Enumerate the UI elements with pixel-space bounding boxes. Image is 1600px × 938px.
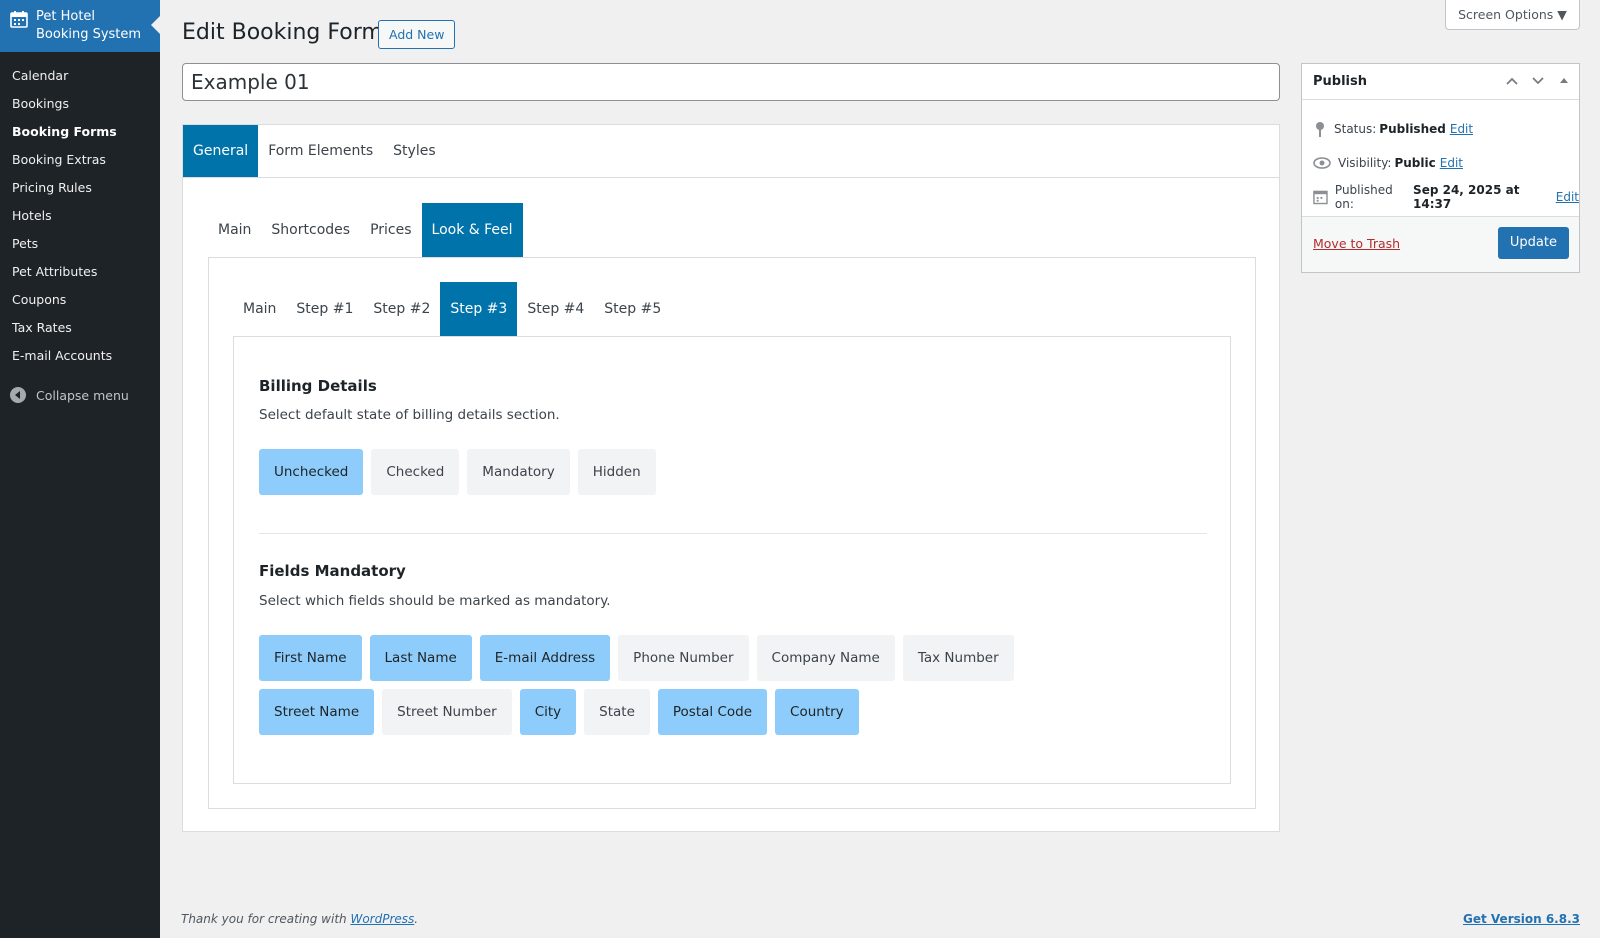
step-tab-step-5[interactable]: Step #5 <box>594 282 671 336</box>
mandatory-field-options: First Name Last Name E-mail Address Phone N… <box>259 635 1119 735</box>
sidebar-item-pets[interactable]: Pets <box>0 230 160 258</box>
eye-icon <box>1313 157 1331 169</box>
publish-actions: Move to Trash Update <box>1302 216 1579 272</box>
screen-options-button[interactable]: Screen Options ▼ <box>1445 0 1580 30</box>
status-row: Status: Published Edit <box>1302 112 1579 146</box>
sidebar-item-booking-forms[interactable]: Booking Forms <box>0 118 160 146</box>
step-tabs: Main Step #1 Step #2 Step #3 Step #4 Step #5 <box>233 282 671 336</box>
billing-option-hidden[interactable]: Hidden <box>577 449 656 495</box>
mandatory-field-street-name[interactable]: Street Name <box>259 689 375 735</box>
edit-visibility-link[interactable]: Edit <box>1440 156 1463 170</box>
collapse-label: Collapse menu <box>36 387 129 403</box>
step-tab-step-2[interactable]: Step #2 <box>363 282 440 336</box>
form-title-input[interactable] <box>182 63 1280 101</box>
collapse-icon <box>10 387 26 403</box>
sidebar-item-tax-rates[interactable]: Tax Rates <box>0 314 160 342</box>
move-to-trash-link[interactable]: Move to Trash <box>1313 236 1400 251</box>
brand-title: Pet Hotel Booking System <box>36 8 141 44</box>
chevron-down-icon[interactable] <box>1529 72 1547 90</box>
publish-meta: Status: Published Edit Visibility: Publi… <box>1302 100 1579 214</box>
step-tab-step-4[interactable]: Step #4 <box>517 282 594 336</box>
billing-details-title: Billing Details <box>259 377 377 395</box>
mandatory-field-postal-code[interactable]: Postal Code <box>657 689 768 735</box>
status-label: Status: <box>1334 122 1377 136</box>
sidebar-brand[interactable]: Pet Hotel Booking System <box>0 0 160 52</box>
mandatory-field-tax-number[interactable]: Tax Number <box>902 635 1014 681</box>
mandatory-field-e-mail-address[interactable]: E-mail Address <box>479 635 611 681</box>
publish-header-controls <box>1503 72 1573 90</box>
published-label: Published on: <box>1334 183 1393 211</box>
booking-form-card: General Form Elements Styles Main Shortcode… <box>182 124 1280 832</box>
subtab-main[interactable]: Main <box>208 203 261 257</box>
mandatory-field-first-name[interactable]: First Name <box>259 635 362 681</box>
subtab-shortcodes[interactable]: Shortcodes <box>261 203 360 257</box>
calendar-icon <box>1313 190 1328 205</box>
billing-option-mandatory[interactable]: Mandatory <box>467 449 570 495</box>
footer-thanks-suffix: . <box>414 912 419 926</box>
mandatory-field-last-name[interactable]: Last Name <box>369 635 472 681</box>
sidebar-item-booking-extras[interactable]: Booking Extras <box>0 146 160 174</box>
section-divider <box>259 533 1207 534</box>
calendar-icon <box>10 11 28 28</box>
publish-title: Publish <box>1313 74 1367 89</box>
visibility-label: Visibility: <box>1338 156 1392 170</box>
primary-tabs: General Form Elements Styles <box>183 125 1279 178</box>
mandatory-field-country[interactable]: Country <box>775 689 859 735</box>
subtab-look-feel[interactable]: Look & Feel <box>421 203 523 257</box>
admin-sidebar: Pet Hotel Booking System Calendar Booking… <box>0 0 160 938</box>
visibility-value: Public <box>1394 156 1436 170</box>
caret-up-icon[interactable] <box>1555 72 1573 90</box>
collapse-menu-button[interactable]: Collapse menu <box>0 380 160 410</box>
published-on-row: Published on: Sep 24, 2025 at 14:37 Edit <box>1302 180 1579 214</box>
edit-date-link[interactable]: Edit <box>1556 190 1579 204</box>
step-tab-step-3[interactable]: Step #3 <box>440 282 518 336</box>
mandatory-field-city[interactable]: City <box>519 689 577 735</box>
sidebar-item-bookings[interactable]: Bookings <box>0 90 160 118</box>
step-tab-main[interactable]: Main <box>233 282 286 336</box>
subtab-prices[interactable]: Prices <box>360 203 421 257</box>
step3-panel: Billing Details Select default state of … <box>233 336 1231 784</box>
step-tab-step-1[interactable]: Step #1 <box>286 282 363 336</box>
billing-option-checked[interactable]: Checked <box>371 449 460 495</box>
chevron-up-icon[interactable] <box>1503 72 1521 90</box>
published-value: Sep 24, 2025 at 14:37 <box>1413 183 1520 211</box>
visibility-row: Visibility: Public Edit <box>1302 146 1579 180</box>
publish-header: Publish <box>1302 64 1579 100</box>
update-button[interactable]: Update <box>1497 227 1569 259</box>
footer-thanks-text: Thank you for creating with <box>181 912 351 926</box>
secondary-tabs: Main Shortcodes Prices Look & Feel <box>208 203 523 257</box>
publish-box: Publish Status: Published Edit Visibilit… <box>1301 63 1580 273</box>
fields-mandatory-title: Fields Mandatory <box>259 562 406 580</box>
sidebar-item-pet-attributes[interactable]: Pet Attributes <box>0 258 160 286</box>
look-and-feel-panel: Main Step #1 Step #2 Step #3 Step #4 Step #5 … <box>208 257 1256 809</box>
billing-options: Unchecked Checked Mandatory Hidden <box>259 449 1119 495</box>
add-new-button[interactable]: Add New <box>378 20 456 49</box>
billing-option-unchecked[interactable]: Unchecked <box>259 449 364 495</box>
sidebar-menu: Calendar Bookings Booking Forms Booking Ext… <box>0 52 160 370</box>
sidebar-item-calendar[interactable]: Calendar <box>0 62 160 90</box>
tab-general[interactable]: General <box>183 125 259 177</box>
footer-thanks: Thank you for creating with WordPress. <box>181 912 418 926</box>
sidebar-item-hotels[interactable]: Hotels <box>0 202 160 230</box>
tab-styles[interactable]: Styles <box>383 125 445 177</box>
edit-status-link[interactable]: Edit <box>1450 122 1473 136</box>
wordpress-link[interactable]: WordPress <box>350 912 414 926</box>
mandatory-field-phone-number[interactable]: Phone Number <box>618 635 749 681</box>
fields-mandatory-description: Select which fields should be marked as … <box>259 593 611 609</box>
sidebar-item-coupons[interactable]: Coupons <box>0 286 160 314</box>
mandatory-field-company-name[interactable]: Company Name <box>756 635 895 681</box>
mandatory-field-state[interactable]: State <box>584 689 650 735</box>
mandatory-field-street-number[interactable]: Street Number <box>382 689 512 735</box>
brand-title-line2: Booking System <box>36 27 142 42</box>
get-version-link[interactable]: Get Version 6.8.3 <box>1463 912 1580 926</box>
billing-details-description: Select default state of billing details … <box>259 407 560 423</box>
sidebar-item-pricing-rules[interactable]: Pricing Rules <box>0 174 160 202</box>
tab-form-elements[interactable]: Form Elements <box>258 125 383 177</box>
status-value: Published <box>1379 122 1446 136</box>
pin-icon <box>1316 122 1324 137</box>
page-title: Edit Booking Form <box>182 20 383 45</box>
brand-title-line1: Pet Hotel <box>36 9 96 24</box>
sidebar-item-e-mail-accounts[interactable]: E-mail Accounts <box>0 342 160 370</box>
current-menu-arrow <box>151 16 160 34</box>
